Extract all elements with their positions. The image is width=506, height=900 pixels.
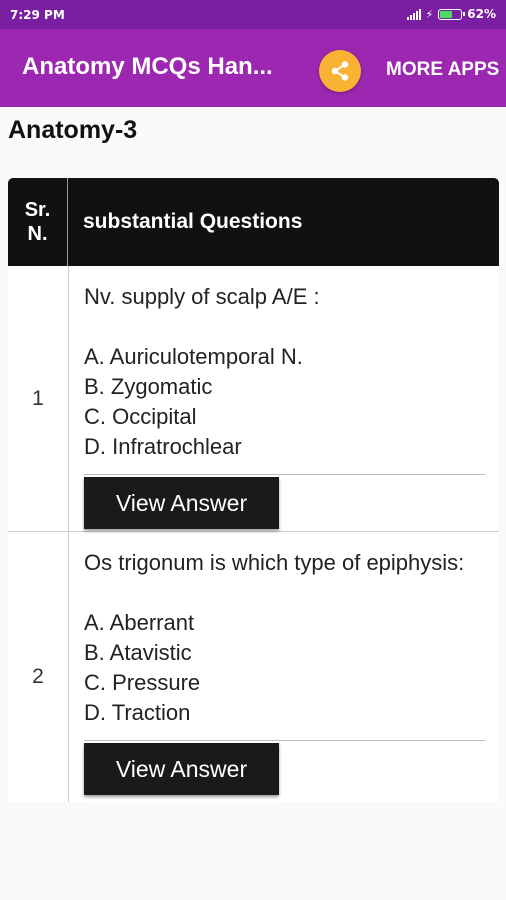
view-answer-button[interactable]: View Answer [84, 477, 279, 529]
row-number: 1 [8, 266, 69, 531]
option-a: A. Aberrant [84, 610, 195, 635]
option-c: C. Occipital [84, 404, 197, 429]
battery-icon [438, 8, 466, 20]
charging-icon: ⚡ [425, 7, 434, 21]
mcq-table: Sr. N. substantial Questions 1 Nv. suppl… [8, 178, 499, 802]
option-a: A. Auriculotemporal N. [84, 344, 303, 369]
share-button[interactable] [319, 50, 361, 92]
table-row: 1 Nv. supply of scalp A/E : A. Auriculot… [8, 266, 499, 532]
page-title: Anatomy-3 [8, 116, 138, 144]
app-title: Anatomy MCQs Han... [22, 53, 273, 80]
status-icons: ⚡ 62% [406, 7, 496, 21]
options-list: A. Aberrant B. Atavistic C. Pressure D. … [84, 608, 485, 728]
battery-fill [440, 10, 453, 18]
table-row: 2 Os trigonum is which type of epiphysis… [8, 532, 499, 802]
question-text: Nv. supply of scalp A/E : [84, 284, 320, 309]
option-b: B. Atavistic [84, 640, 192, 665]
option-c: C. Pressure [84, 670, 201, 695]
option-b: B. Zygomatic [84, 374, 213, 399]
divider [84, 474, 485, 475]
option-d: D. Infratrochlear [84, 434, 242, 459]
question-cell: Nv. supply of scalp A/E : A. Auriculotem… [84, 266, 485, 529]
table-header: Sr. N. substantial Questions [8, 178, 499, 266]
options-list: A. Auriculotemporal N. B. Zygomatic C. O… [84, 342, 485, 462]
view-answer-button[interactable]: View Answer [84, 743, 279, 795]
more-apps-button[interactable]: MORE APPS [386, 59, 499, 81]
question-text: Os trigonum is which type of epiphysis: [84, 550, 465, 575]
option-d: D. Traction [84, 700, 191, 725]
battery-percent: 62% [467, 7, 496, 21]
share-icon [331, 61, 349, 81]
bottom-blank-area [0, 802, 506, 900]
divider [84, 740, 485, 741]
question-cell: Os trigonum is which type of epiphysis: … [84, 532, 485, 795]
header-questions: substantial Questions [83, 210, 303, 233]
status-bar: 7:29 PM ⚡ 62% [0, 0, 506, 29]
app-bar: Anatomy MCQs Han... MORE APPS [0, 29, 506, 107]
status-time: 7:29 PM [10, 8, 65, 22]
row-number: 2 [8, 532, 69, 802]
signal-icon [406, 8, 421, 20]
header-sr-number: Sr. N. [8, 178, 68, 266]
